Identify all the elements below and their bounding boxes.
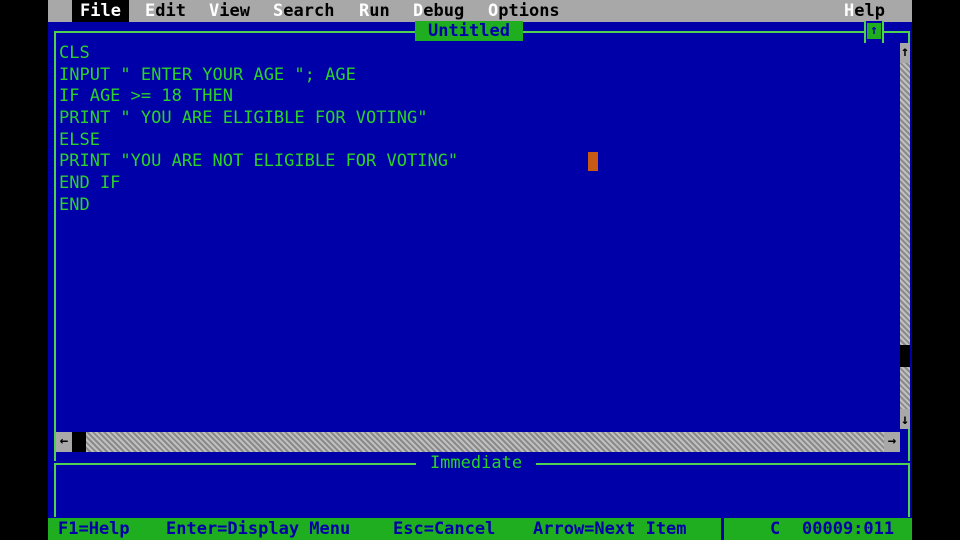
menu-options-hotkey: O bbox=[488, 1, 499, 21]
menu-edit-label: dit bbox=[155, 1, 186, 21]
code-line: END bbox=[59, 194, 90, 215]
text-cursor bbox=[588, 152, 598, 171]
editor-title: Untitled bbox=[415, 21, 523, 41]
menu-edit-hotkey: E bbox=[145, 1, 156, 21]
horizontal-scroll-thumb[interactable] bbox=[72, 432, 86, 452]
code-area[interactable]: CLS INPUT " ENTER YOUR AGE "; AGE IF AGE… bbox=[59, 43, 458, 217]
menu-search-label: earch bbox=[283, 1, 335, 21]
hint-cancel: Esc=Cancel bbox=[393, 519, 496, 539]
hint-display-menu: Enter=Display Menu bbox=[166, 519, 351, 539]
menu-edit[interactable]: Edit bbox=[137, 0, 194, 22]
qbasic-screen: File Edit View Search Run Debug Options … bbox=[48, 0, 912, 540]
scroll-left-icon[interactable]: ← bbox=[56, 432, 72, 450]
menu-view-label: iew bbox=[219, 1, 250, 21]
menu-help[interactable]: Help bbox=[836, 0, 893, 22]
scroll-right-icon[interactable]: → bbox=[884, 432, 900, 450]
menu-file-hotkey: F bbox=[80, 1, 91, 21]
menu-run-label: un bbox=[369, 1, 390, 21]
code-line: IF AGE >= 18 THEN bbox=[59, 86, 233, 107]
menu-file-label: ile bbox=[90, 1, 121, 21]
code-line: PRINT "YOU ARE NOT ELIGIBLE FOR VOTING" bbox=[59, 151, 459, 172]
code-line: INPUT " ENTER YOUR AGE "; AGE bbox=[59, 64, 356, 85]
menu-search[interactable]: Search bbox=[265, 0, 342, 22]
code-line: END IF bbox=[59, 173, 121, 194]
menu-run-hotkey: R bbox=[359, 1, 370, 21]
scroll-up-icon[interactable]: ↑ bbox=[900, 43, 910, 61]
horizontal-scrollbar[interactable]: ← → bbox=[56, 432, 900, 452]
menu-debug-hotkey: D bbox=[413, 1, 424, 21]
menu-options-label: ptions bbox=[498, 1, 560, 21]
menu-debug-label: ebug bbox=[423, 1, 465, 21]
menu-run[interactable]: Run bbox=[351, 0, 398, 22]
maximize-button[interactable]: ↑ bbox=[864, 21, 884, 43]
horizontal-scroll-track[interactable] bbox=[72, 432, 884, 452]
menu-help-hotkey: H bbox=[844, 1, 855, 21]
caps-indicator: C bbox=[770, 519, 781, 539]
immediate-title: Immediate bbox=[416, 453, 536, 473]
hint-help: F1=Help bbox=[58, 519, 130, 539]
menu-debug[interactable]: Debug bbox=[405, 0, 472, 22]
maximize-icon: ↑ bbox=[867, 23, 881, 39]
menu-view-hotkey: V bbox=[209, 1, 220, 21]
status-bar: F1=Help Enter=Display Menu Esc=Cancel Ar… bbox=[48, 518, 912, 540]
hint-next-item: Arrow=Next Item bbox=[533, 519, 687, 539]
menu-view[interactable]: View bbox=[201, 0, 258, 22]
cursor-position: 00009:011 bbox=[802, 519, 895, 539]
code-line: PRINT " YOU ARE ELIGIBLE FOR VOTING" bbox=[59, 108, 428, 129]
code-line: CLS bbox=[59, 43, 90, 63]
menu-bar: File Edit View Search Run Debug Options … bbox=[48, 0, 912, 22]
vertical-scrollbar[interactable]: ↑ ↓ bbox=[900, 43, 910, 429]
code-line: ELSE bbox=[59, 129, 100, 150]
menu-help-label: elp bbox=[854, 1, 885, 21]
menu-file[interactable]: File bbox=[72, 0, 129, 22]
vertical-scroll-thumb[interactable] bbox=[900, 345, 910, 367]
menu-search-hotkey: S bbox=[273, 1, 284, 21]
menu-options[interactable]: Options bbox=[480, 0, 568, 22]
status-divider bbox=[721, 518, 724, 540]
scroll-down-icon[interactable]: ↓ bbox=[900, 411, 910, 429]
